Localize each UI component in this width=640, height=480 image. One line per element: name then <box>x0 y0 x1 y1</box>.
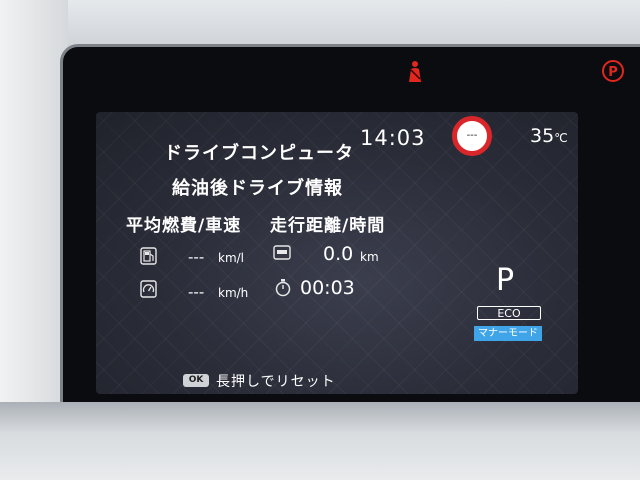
distance-unit: km <box>360 250 379 264</box>
speedometer-icon <box>140 280 157 298</box>
reset-hint: 長押しでリセット <box>216 374 336 390</box>
seatbelt-warning-icon <box>409 61 421 82</box>
distance-time-label: 走行距離/時間 <box>270 216 386 236</box>
fuel-pump-icon <box>140 247 157 265</box>
gear-position: P <box>496 263 515 298</box>
outside-temperature: 35℃ <box>530 125 568 147</box>
eco-indicator: ECO <box>477 306 541 320</box>
clock: 14:03 <box>360 126 426 150</box>
screen-subtitle: 給油後ドライブ情報 <box>172 178 343 199</box>
parking-brake-icon: P <box>602 60 624 82</box>
fuel-economy-unit: km/l <box>218 251 245 265</box>
stopwatch-icon <box>275 279 291 297</box>
average-speed-unit: km/h <box>218 286 249 300</box>
odometer-icon <box>273 245 291 260</box>
average-speed-value: --- <box>188 283 205 301</box>
distance-value: 0.0 <box>323 243 354 265</box>
temperature-value: 35 <box>530 125 555 147</box>
screen-title: ドライブコンピュータ <box>164 143 354 164</box>
speed-limit-sign: --- <box>452 116 492 156</box>
dashboard-bottom <box>0 402 640 480</box>
fuel-economy-value: --- <box>188 248 205 266</box>
fuel-speed-label: 平均燃費/車速 <box>126 216 242 236</box>
ok-button[interactable]: OK <box>183 374 209 387</box>
manner-mode-indicator: マナーモード <box>474 326 542 341</box>
drive-time-value: 00:03 <box>300 277 355 299</box>
temperature-unit: ℃ <box>554 131 568 145</box>
